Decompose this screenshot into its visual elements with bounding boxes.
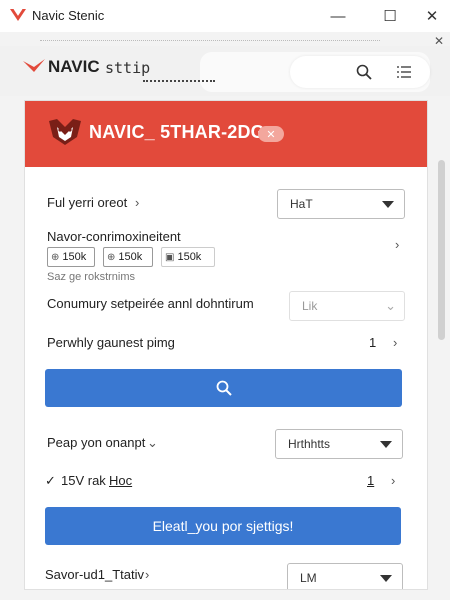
plus-circle-icon: ⊕ <box>51 251 60 263</box>
setting-label: Navor-conrimoxineitent <box>47 229 181 244</box>
chip-text: 150k <box>118 251 143 263</box>
search-icon <box>356 64 372 80</box>
setting-label: Perwhly gaunest pimg <box>47 335 175 350</box>
caret-down-icon <box>380 441 392 448</box>
chip-group: ⊕ 150k ⊕ 150k ▣ 150k <box>47 247 267 269</box>
button-label: Eleatl_you por sjettigs! <box>152 518 294 534</box>
chevron-right-icon: › <box>391 473 396 488</box>
subtitle-row: ✕ <box>0 32 450 48</box>
search-icon <box>216 380 232 396</box>
menu-button[interactable] <box>392 60 416 84</box>
stat-chip-1[interactable]: ⊕ 150k <box>47 247 95 267</box>
search-action-button[interactable] <box>45 369 402 407</box>
setting-link[interactable]: Hoc <box>109 473 132 488</box>
settings-panel: NAVIC_ 5THAR-2DG ✕ Ful yerri oreot › HaT… <box>24 100 428 590</box>
brand-bar: NAVIC sttip <box>0 46 450 96</box>
close-button[interactable]: ✕ <box>412 0 450 32</box>
navic-logo-icon <box>23 59 45 72</box>
header-banner: NAVIC_ 5THAR-2DG ✕ <box>25 101 427 167</box>
settings-action-button[interactable]: Eleatl_you por sjettigs! <box>45 507 401 545</box>
app-logo-icon <box>10 8 26 21</box>
caret-down-icon <box>380 575 392 582</box>
chevron-right-icon: › <box>135 195 140 210</box>
select-value: HaT <box>290 197 313 211</box>
setting-row-1: Ful yerri oreot › HaT <box>25 189 427 221</box>
select-value: Lik <box>302 299 318 313</box>
setting-row-4: Conumury setpeirée annl dohntirum Lik ⌄ <box>25 291 427 323</box>
brand-underline <box>143 80 215 82</box>
setting-select-6[interactable]: Hrthhtts <box>275 429 403 459</box>
image-icon: ▣ <box>165 251 175 263</box>
setting-label[interactable]: Peap yon onanpt <box>47 435 145 450</box>
caret-down-icon <box>382 201 394 208</box>
brand-name: NAVIC <box>48 57 100 76</box>
setting-select-4[interactable]: Lik ⌄ <box>289 291 405 321</box>
caption-text: Saz ge rokstrnims <box>47 271 136 283</box>
setting-row-6: Peap yon onanpt ⌄ Hrthhtts <box>25 429 427 461</box>
count-value: 1 <box>367 473 375 488</box>
banner-dismiss-chip[interactable]: ✕ <box>258 126 284 142</box>
chevron-down-icon: ⌄ <box>385 298 396 313</box>
setting-row-7[interactable]: ✓ 15V rak Hoc 1 › <box>25 473 427 497</box>
caption-row: Saz ge rokstrnims <box>25 271 427 287</box>
setting-label[interactable]: Savor-ud1_Ttativ <box>45 567 144 582</box>
setting-row-9: Savor-ud1_Ttativ › LM <box>25 563 427 589</box>
setting-select-1[interactable]: HaT <box>277 189 405 219</box>
chip-text: 150k <box>62 251 87 263</box>
plus-circle-icon: ⊕ <box>107 251 116 263</box>
menu-list-icon <box>397 66 411 78</box>
setting-label: Conumury setpeirée annl dohntirum <box>47 296 254 311</box>
setting-row-5[interactable]: Perwhly gaunest pimg 1 › <box>25 335 427 359</box>
brand-subtitle: sttip <box>105 59 151 77</box>
select-value: LM <box>300 571 317 585</box>
setting-label: 15V rak <box>61 473 106 488</box>
chevron-right-icon: › <box>145 567 150 582</box>
stat-chip-2[interactable]: ⊕ 150k <box>103 247 153 267</box>
minimize-button[interactable]: — <box>318 0 358 32</box>
navic-emblem-icon <box>49 119 81 145</box>
divider <box>40 40 380 41</box>
maximize-button[interactable]: ☐ <box>370 0 410 32</box>
select-value: Hrthhtts <box>288 437 331 451</box>
scrollbar-thumb[interactable] <box>438 160 445 340</box>
window-title: Navic Stenic <box>32 8 105 23</box>
stat-chip-3[interactable]: ▣ 150k <box>161 247 215 267</box>
search-button[interactable] <box>352 60 376 84</box>
chevron-right-icon: › <box>393 335 398 350</box>
chip-text: 150k <box>177 251 202 263</box>
banner-title: NAVIC_ 5THAR-2DG <box>89 122 265 142</box>
setting-select-9[interactable]: LM <box>287 563 403 589</box>
title-bar: Navic Stenic — ☐ ✕ <box>0 0 450 32</box>
chevron-down-icon: ⌄ <box>147 435 158 450</box>
count-value: 1 <box>369 335 377 350</box>
setting-label[interactable]: Ful yerri oreot <box>47 195 127 210</box>
check-icon: ✓ <box>45 473 56 488</box>
chevron-right-icon[interactable]: › <box>395 237 399 252</box>
